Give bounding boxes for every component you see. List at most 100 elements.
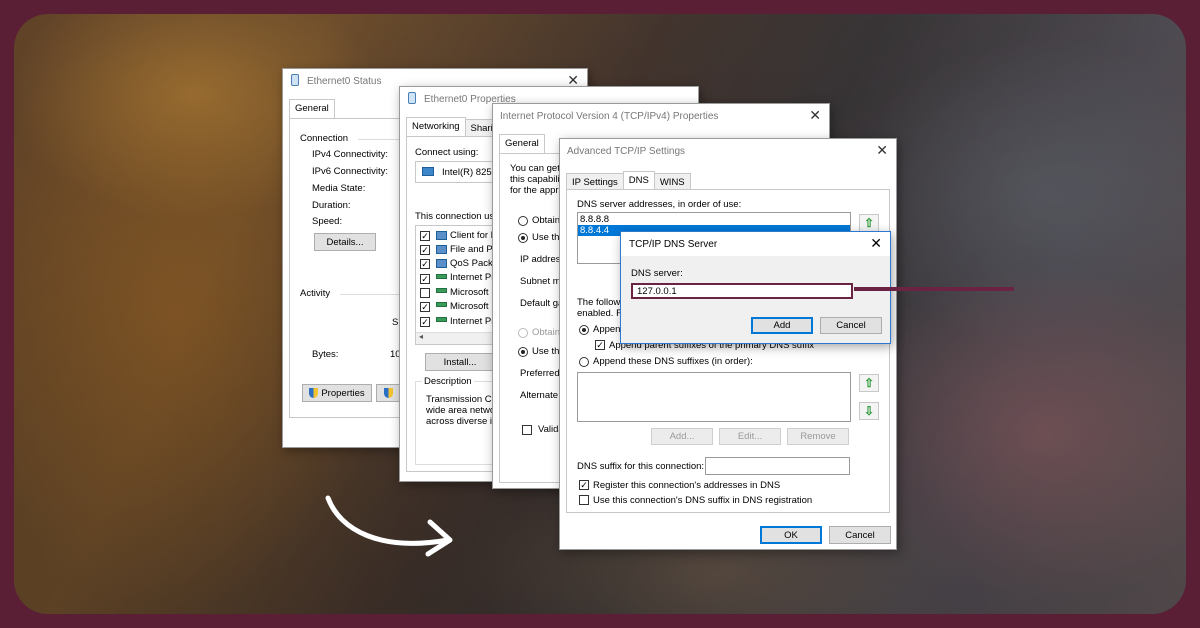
ok-button[interactable]: OK [760, 526, 822, 544]
component-item[interactable]: QoS Pack [450, 258, 493, 269]
title-bar: Advanced TCP/IP Settings ✕ [560, 139, 896, 163]
add-button[interactable]: Add [751, 317, 813, 334]
subnet-label: Subnet m [520, 276, 561, 287]
append-parent-checkbox[interactable]: ✓ [595, 340, 605, 350]
use-suffix-checkbox[interactable] [579, 495, 589, 505]
duration-label: Duration: [312, 200, 351, 211]
bytes-label: Bytes: [312, 349, 339, 360]
intro-line: for the appr [510, 185, 559, 196]
close-icon[interactable]: ✕ [809, 107, 821, 123]
protocol-icon [436, 274, 447, 279]
gateway-label: Default ga [520, 298, 564, 309]
tab-general[interactable]: General [499, 134, 545, 154]
network-adapter-icon [408, 92, 416, 104]
dns-server-label: DNS server: [631, 268, 683, 279]
dns-suffix-list[interactable] [577, 372, 851, 422]
register-label: Register this connection's addresses in … [593, 480, 781, 491]
adapter-name: Intel(R) 8257 [442, 167, 497, 178]
close-icon[interactable]: ✕ [876, 142, 888, 158]
title-bar: Internet Protocol Version 4 (TCP/IPv4) P… [493, 104, 829, 128]
protocol-icon [436, 302, 447, 307]
component-checkbox[interactable]: ✓ [420, 274, 430, 284]
register-checkbox[interactable]: ✓ [579, 480, 589, 490]
service-icon [436, 245, 447, 254]
preferred-dns-label: Preferred [520, 368, 560, 379]
close-icon[interactable]: ✕ [870, 235, 882, 251]
service-icon [436, 259, 447, 268]
component-item[interactable]: Internet Pr [450, 272, 494, 283]
component-checkbox[interactable]: ✓ [420, 317, 430, 327]
intro-line: this capabili [510, 174, 560, 185]
append-primary-radio[interactable] [579, 325, 589, 335]
add-suffix-button[interactable]: Add... [651, 428, 713, 445]
use-dns-radio[interactable] [518, 347, 528, 357]
window-title: TCP/IP DNS Server [629, 239, 718, 250]
dns-list-label: DNS server addresses, in order of use: [577, 199, 742, 210]
cancel-button[interactable]: Cancel [829, 526, 891, 544]
intro-line: You can get [510, 163, 560, 174]
sent-label: S [392, 317, 399, 328]
use-ip-radio[interactable] [518, 233, 528, 243]
shield-icon [383, 388, 393, 398]
move-up-icon[interactable]: ⇧ [859, 374, 879, 392]
dns-suffix-label: DNS suffix for this connection: [577, 461, 705, 472]
scroll-left-icon[interactable]: ◂ [419, 332, 423, 341]
component-item[interactable]: File and P [450, 244, 493, 255]
alternate-dns-label: Alternate [520, 390, 559, 401]
window-title: Internet Protocol Version 4 (TCP/IPv4) P… [500, 111, 719, 122]
append-these-radio[interactable] [579, 357, 589, 367]
obtain-dns-label: Obtain [532, 327, 560, 338]
description-heading: Description [422, 376, 474, 387]
component-checkbox[interactable]: ✓ [420, 231, 430, 241]
shield-icon [309, 388, 319, 398]
dns-server-item[interactable]: 8.8.8.8 [580, 214, 848, 225]
dns-suffix-input[interactable] [705, 457, 850, 475]
properties-button-label: Properties [321, 387, 365, 399]
connection-uses-label: This connection use [415, 211, 500, 222]
activity-heading: Activity [300, 288, 331, 299]
component-item[interactable]: Internet Pr [450, 316, 494, 327]
component-checkbox[interactable]: ✓ [420, 302, 430, 312]
connection-heading: Connection [300, 133, 349, 144]
callout-line [854, 287, 1014, 291]
use-suffix-label: Use this connection's DNS suffix in DNS … [593, 495, 813, 506]
move-up-icon[interactable]: ⇧ [859, 214, 879, 232]
description-line: wide area netwo [426, 405, 496, 416]
obtain-ip-radio[interactable] [518, 216, 528, 226]
disable-button[interactable] [376, 384, 400, 402]
following-text: enabled. F [577, 308, 622, 319]
component-item[interactable]: Microsoft I [450, 287, 494, 298]
component-checkbox[interactable]: ✓ [420, 259, 430, 269]
media-state-label: Media State: [312, 183, 366, 194]
move-down-icon[interactable]: ⇩ [859, 402, 879, 420]
client-icon [436, 231, 447, 240]
tab-general[interactable]: General [289, 99, 335, 119]
advanced-tcpip-window: Advanced TCP/IP Settings ✕ IP Settings D… [559, 138, 897, 550]
obtain-ip-label: Obtain [532, 215, 560, 226]
install-button[interactable]: Install... [425, 353, 495, 371]
validate-checkbox[interactable] [522, 425, 532, 435]
network-adapter-icon [291, 74, 299, 86]
remove-suffix-button[interactable]: Remove [787, 428, 849, 445]
tab-networking[interactable]: Networking [406, 117, 466, 137]
dialog-cancel-button[interactable]: Cancel [820, 317, 882, 334]
ipv4-connectivity-label: IPv4 Connectivity: [312, 149, 389, 160]
properties-button[interactable]: Properties [302, 384, 372, 402]
component-checkbox[interactable] [420, 288, 430, 298]
obtain-dns-radio[interactable] [518, 328, 528, 338]
component-checkbox[interactable]: ✓ [420, 245, 430, 255]
ipv6-connectivity-label: IPv6 Connectivity: [312, 166, 389, 177]
dns-server-input[interactable]: 127.0.0.1 [631, 283, 853, 299]
speed-label: Speed: [312, 216, 343, 227]
window-title: Advanced TCP/IP Settings [567, 146, 686, 157]
component-item[interactable]: Microsoft I [450, 301, 494, 312]
description-line: Transmission Con [426, 394, 503, 405]
append-these-label: Append these DNS suffixes (in order): [593, 356, 753, 367]
tab-dns[interactable]: DNS [622, 171, 655, 191]
title-bar: TCP/IP DNS Server ✕ [621, 232, 890, 256]
window-title: Ethernet0 Status [307, 76, 382, 87]
details-button[interactable]: Details... [314, 233, 376, 251]
edit-suffix-button[interactable]: Edit... [719, 428, 781, 445]
protocol-icon [436, 288, 447, 293]
connect-using-label: Connect using: [415, 147, 479, 158]
